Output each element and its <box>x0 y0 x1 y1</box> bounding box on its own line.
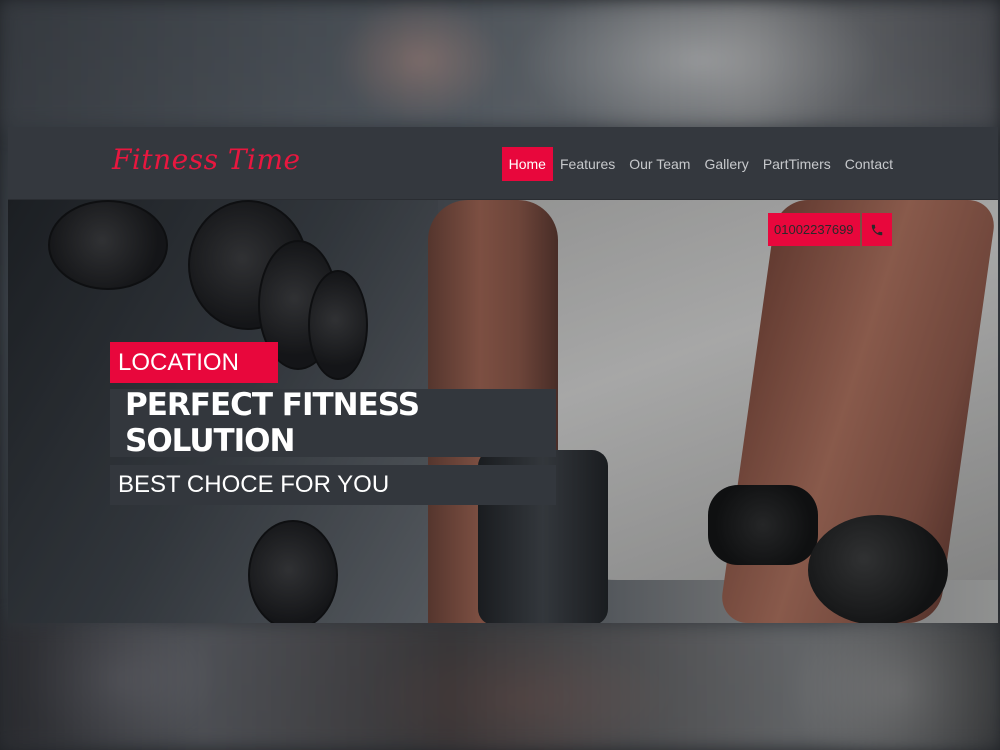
nav-item-parttimers[interactable]: PartTimers <box>756 147 838 181</box>
phone-button[interactable] <box>861 213 892 246</box>
hero-subheadline: BEST CHOCE FOR YOU <box>110 465 556 505</box>
nav-item-features[interactable]: Features <box>553 147 622 181</box>
hero-tag: LOCATION <box>110 342 278 383</box>
nav-item-contact[interactable]: Contact <box>838 147 900 181</box>
phone-icon <box>871 224 882 235</box>
hero-section: 01002237699 LOCATION PERFECT FITNESS SOL… <box>8 200 998 623</box>
website-frame: Fitness Time Home Features Our Team Gall… <box>8 127 998 623</box>
nav-item-gallery[interactable]: Gallery <box>697 147 755 181</box>
phone-number[interactable]: 01002237699 <box>768 213 860 246</box>
blurred-background-bottom <box>0 622 1000 750</box>
phone-contact: 01002237699 <box>768 213 892 246</box>
logo[interactable]: Fitness Time <box>112 143 301 176</box>
nav-item-home[interactable]: Home <box>501 147 553 181</box>
nav-links: Home Features Our Team Gallery PartTimer… <box>501 147 900 181</box>
hero-headline: PERFECT FITNESS SOLUTION <box>110 387 556 459</box>
navbar: Fitness Time Home Features Our Team Gall… <box>8 127 998 200</box>
nav-item-our-team[interactable]: Our Team <box>622 147 697 181</box>
blurred-background-top <box>0 0 1000 128</box>
